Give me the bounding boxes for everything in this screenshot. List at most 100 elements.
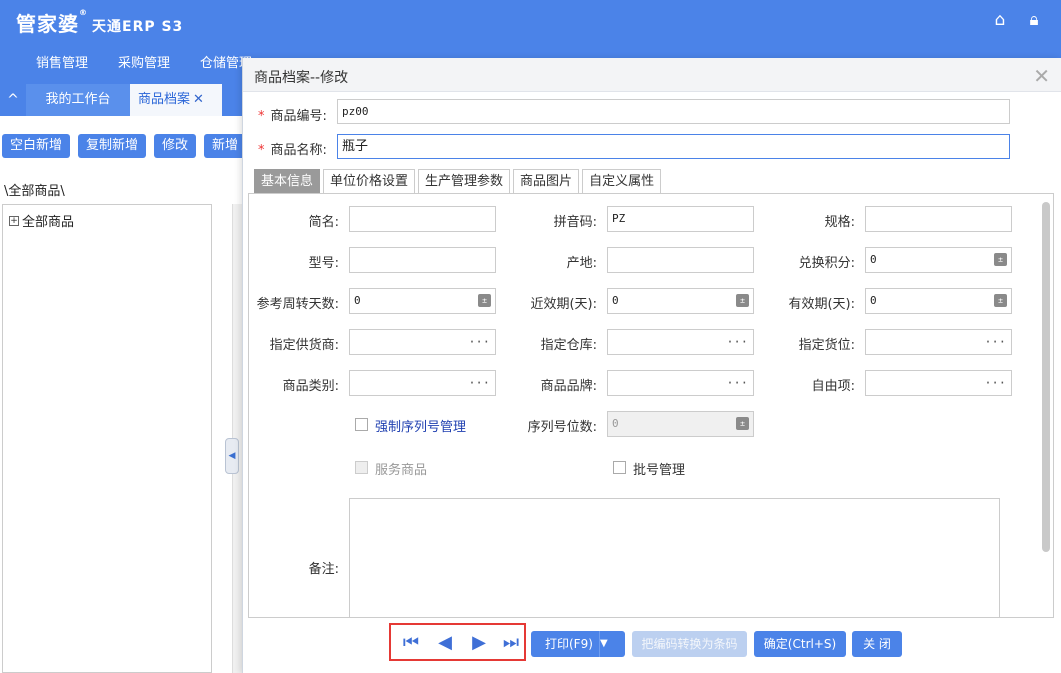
blank-add-button[interactable]: 空白新增 — [2, 134, 71, 158]
spec-input[interactable] — [865, 206, 1012, 232]
force-serial-label[interactable]: 强制序列号管理 — [375, 416, 466, 435]
dialog-title: 商品档案--修改 — [254, 70, 349, 86]
origin-label: 产地: — [566, 256, 597, 271]
batch-label[interactable]: 批号管理 — [633, 459, 685, 478]
calculator-icon[interactable]: ± — [478, 294, 491, 307]
more-icon[interactable]: ··· — [468, 371, 490, 395]
tab-label: 我的工作台 — [45, 92, 111, 107]
supplier-label: 指定供货商: — [269, 338, 339, 353]
more-icon[interactable]: ··· — [984, 371, 1006, 395]
more-icon[interactable]: ··· — [726, 330, 748, 354]
service-goods-label: 服务商品 — [375, 463, 428, 478]
top-icons: ⌂ 🔒︎ — [989, 10, 1045, 30]
supplier-input[interactable]: ··· — [349, 329, 496, 355]
calculator-icon: ± — [736, 417, 749, 430]
field-value: 0 — [870, 294, 877, 307]
required-mark: * — [258, 109, 265, 124]
panel-scrollbar[interactable] — [1042, 202, 1050, 552]
more-icon[interactable]: ··· — [726, 371, 748, 395]
product-edit-dialog: 商品档案--修改 ✕ * 商品编号: pz00 * 商品名称: 瓶子 基本信息 单位… — [242, 58, 1061, 673]
tab-unit-price[interactable]: 单位价格设置 — [323, 169, 416, 194]
previous-record-icon[interactable]: ◀ — [433, 632, 457, 654]
pinyin-input[interactable]: PZ — [607, 206, 754, 232]
nav-item-sales[interactable]: 销售管理 — [36, 52, 88, 80]
convert-barcode-button: 把编码转换为条码 — [632, 631, 747, 657]
service-goods-checkbox — [355, 461, 368, 474]
points-label: 兑换积分: — [798, 256, 855, 271]
copy-add-button[interactable]: 复制新增 — [78, 134, 147, 158]
main-nav: 销售管理 采购管理 仓储管理 — [0, 52, 252, 80]
next-record-icon[interactable]: ▶ — [467, 632, 491, 654]
product-code-input[interactable]: pz00 — [337, 99, 1010, 124]
turnover-days-label: 参考周转天数: — [256, 297, 339, 312]
close-icon[interactable]: ✕ — [1033, 64, 1050, 88]
required-mark: * — [258, 143, 265, 158]
chevron-down-icon[interactable]: ▼ — [599, 631, 625, 657]
calculator-icon[interactable]: ± — [994, 294, 1007, 307]
modify-button[interactable]: 修改 — [154, 134, 197, 158]
first-record-icon[interactable]: ⏮ — [399, 632, 423, 654]
tab-basic-info[interactable]: 基本信息 — [254, 169, 321, 194]
tab-product-archive[interactable]: 商品档案 ✕ — [130, 84, 222, 116]
category-input[interactable]: ··· — [349, 370, 496, 396]
last-record-icon[interactable]: ⏭ — [499, 632, 523, 654]
short-name-input[interactable] — [349, 206, 496, 232]
tab-product-images[interactable]: 商品图片 — [513, 169, 580, 194]
print-label: 打印(F9) — [545, 637, 593, 651]
nav-item-purchase[interactable]: 采购管理 — [118, 52, 170, 80]
dialog-tabs: 基本信息 单位价格设置 生产管理参数 商品图片 自定义属性 — [254, 169, 662, 194]
serial-digits-input: 0 ± — [607, 411, 754, 437]
close-button[interactable]: 关 闭 — [852, 631, 902, 657]
field-value: 0 — [870, 253, 877, 266]
brand-input[interactable]: ··· — [607, 370, 754, 396]
lock-icon[interactable]: 🔒︎ — [1023, 10, 1045, 30]
logo-subtitle: 天通ERP S3 — [92, 19, 184, 35]
remark-textarea[interactable] — [349, 498, 1000, 617]
short-name-label: 简名: — [308, 215, 339, 230]
dialog-header: 商品档案--修改 ✕ — [243, 58, 1061, 92]
calculator-icon[interactable]: ± — [736, 294, 749, 307]
batch-checkbox[interactable] — [613, 461, 626, 474]
warehouse-input[interactable]: ··· — [607, 329, 754, 355]
turnover-days-input[interactable]: 0 ± — [349, 288, 496, 314]
calculator-icon[interactable]: ± — [994, 253, 1007, 266]
product-name-input[interactable]: 瓶子 — [337, 134, 1010, 159]
more-icon[interactable]: ··· — [984, 330, 1006, 354]
tree-node-all[interactable]: + 全部商品 — [9, 211, 74, 230]
serial-digits-label: 序列号位数: — [527, 420, 597, 435]
shelf-life-input[interactable]: 0 ± — [865, 288, 1012, 314]
collapse-handle-icon[interactable]: ◀ — [225, 438, 239, 474]
print-button[interactable]: 打印(F9) ▼ — [531, 631, 625, 657]
shelf-life-label: 有效期(天): — [788, 297, 855, 312]
home-icon[interactable]: ⌂ — [989, 10, 1011, 30]
brand-label: 商品品牌: — [540, 379, 597, 394]
logo-registered-mark: ® — [79, 8, 88, 17]
expand-icon[interactable]: + — [9, 215, 19, 226]
add-button[interactable]: 新增 — [204, 134, 247, 158]
custom-item-input[interactable]: ··· — [865, 370, 1012, 396]
confirm-button[interactable]: 确定(Ctrl+S) — [754, 631, 846, 657]
spec-label: 规格: — [824, 215, 855, 230]
origin-input[interactable] — [607, 247, 754, 273]
tab-workbench[interactable]: 我的工作台 — [26, 84, 130, 116]
tab-custom-attributes[interactable]: 自定义属性 — [582, 169, 662, 194]
model-label: 型号: — [308, 256, 339, 271]
record-navigator: ⏮ ◀ ▶ ⏭ — [389, 623, 526, 661]
tab-production-params[interactable]: 生产管理参数 — [418, 169, 511, 194]
app-logo: 管家婆® 天通ERP S3 — [16, 8, 183, 37]
points-input[interactable]: 0 ± — [865, 247, 1012, 273]
category-tree: + 全部商品 — [2, 204, 212, 673]
location-input[interactable]: ··· — [865, 329, 1012, 355]
basic-info-panel: 简名: 拼音码: PZ 规格: 型号: 产地: 兑换积分: 0 ± 参考周转天数:… — [248, 193, 1054, 618]
model-input[interactable] — [349, 247, 496, 273]
field-value: 0 — [612, 294, 619, 307]
close-icon[interactable]: ✕ — [193, 92, 204, 107]
label-text: 商品编号: — [270, 109, 327, 124]
near-expiry-input[interactable]: 0 ± — [607, 288, 754, 314]
category-label: 商品类别: — [282, 379, 339, 394]
tab-label: 商品档案 — [138, 92, 191, 107]
chevron-up-icon[interactable]: ^ — [0, 84, 26, 116]
list-toolbar: 空白新增 复制新增 修改 新增 — [2, 134, 247, 158]
more-icon[interactable]: ··· — [468, 330, 490, 354]
force-serial-checkbox[interactable] — [355, 418, 368, 431]
